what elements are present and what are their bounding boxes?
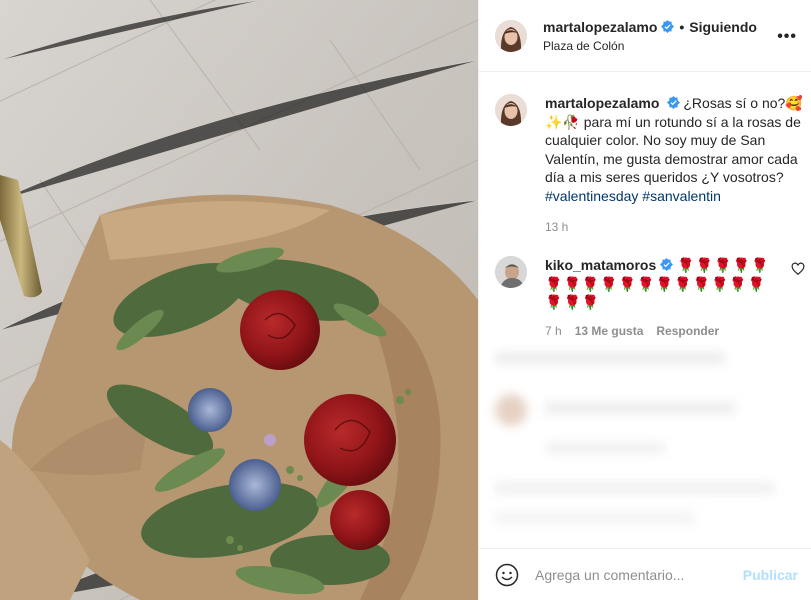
blurred-avatar — [495, 394, 527, 426]
rose-emoji: 🌹 — [581, 275, 600, 292]
emoji-picker-icon[interactable] — [495, 563, 519, 587]
author-avatar[interactable] — [495, 19, 527, 52]
avatar-portrait-icon — [495, 19, 527, 52]
publish-button[interactable]: Publicar — [743, 567, 798, 583]
rose-emoji: 🌹 — [545, 294, 563, 310]
like-comment-heart-icon[interactable] — [791, 262, 805, 276]
rose-emoji: 🌹 — [563, 275, 581, 292]
rose-emoji: 🌹 — [732, 257, 751, 273]
author-username[interactable]: martalopezalamo — [543, 19, 657, 35]
hashtag-link[interactable]: #sanvalentin — [642, 188, 721, 204]
rose-emoji: 🌹 — [655, 275, 674, 292]
avatar-portrait-icon — [495, 94, 527, 126]
rose-emoji: 🌹 — [581, 294, 600, 310]
comment-timestamp[interactable]: 7 h — [545, 324, 562, 338]
comment-actions: 7 h 13 Me gusta Responder — [545, 324, 805, 338]
blurred-row — [545, 442, 665, 454]
add-comment-bar: Publicar — [479, 548, 811, 600]
comment-likes[interactable]: 13 Me gusta — [575, 324, 644, 338]
commenter-avatar[interactable] — [495, 256, 527, 288]
rose-emoji: 🌹 — [747, 275, 766, 292]
rose-emoji: 🌹 — [677, 257, 695, 273]
post-header: martalopezalamo • Siguiendo Plaza de Col… — [479, 0, 811, 72]
rose-emoji: 🌹 — [714, 257, 732, 273]
rose-emoji: 🌹 — [637, 275, 655, 292]
bouquet-image — [0, 0, 478, 600]
reply-button[interactable]: Responder — [656, 324, 719, 338]
rose-emoji: 🌹 — [563, 294, 581, 310]
verified-badge-icon — [660, 258, 674, 271]
rose-emoji: 🌹 — [600, 275, 618, 292]
verified-badge-icon — [661, 20, 675, 33]
post-caption: martalopezalamo ¿Rosas sí o no?🥰✨🥀 para … — [495, 94, 805, 234]
rose-emoji: 🌹 — [751, 257, 769, 273]
post-photo[interactable] — [0, 0, 478, 600]
rose-emoji: 🌹 — [695, 257, 714, 273]
blurred-row — [495, 352, 725, 364]
caption-author-username[interactable]: martalopezalamo — [545, 95, 659, 111]
post-location[interactable]: Plaza de Colón — [543, 39, 757, 53]
hashtag-link[interactable]: #valentinesday — [545, 188, 638, 204]
commenter-username[interactable]: kiko_matamoros — [545, 257, 656, 273]
comment-input[interactable] — [535, 566, 743, 583]
following-button[interactable]: Siguiendo — [689, 19, 757, 35]
post-details-panel: martalopezalamo • Siguiendo Plaza de Col… — [478, 0, 811, 600]
rose-emoji: 🌹 — [618, 275, 637, 292]
blurred-comments — [479, 352, 811, 550]
rose-emoji: 🌹 — [710, 275, 729, 292]
rose-emoji: 🌹 — [545, 275, 563, 292]
comment-item: kiko_matamoros 🌹🌹🌹🌹🌹🌹🌹🌹🌹🌹🌹🌹🌹🌹🌹🌹🌹🌹🌹🌹 7 h … — [495, 256, 805, 338]
rose-emoji: 🌹 — [674, 275, 692, 292]
header-separator: • — [679, 18, 685, 35]
rose-emoji: 🌹 — [692, 275, 710, 292]
verified-badge-icon — [667, 96, 681, 109]
blurred-row — [545, 402, 735, 414]
more-options-icon[interactable]: ••• — [777, 28, 797, 46]
caption-timestamp[interactable]: 13 h — [545, 220, 805, 234]
rose-emoji: 🌹 — [729, 275, 747, 292]
caption-author-avatar[interactable] — [495, 94, 527, 126]
blurred-row — [495, 512, 695, 524]
blurred-row — [495, 482, 775, 494]
avatar-portrait-icon — [495, 256, 527, 288]
